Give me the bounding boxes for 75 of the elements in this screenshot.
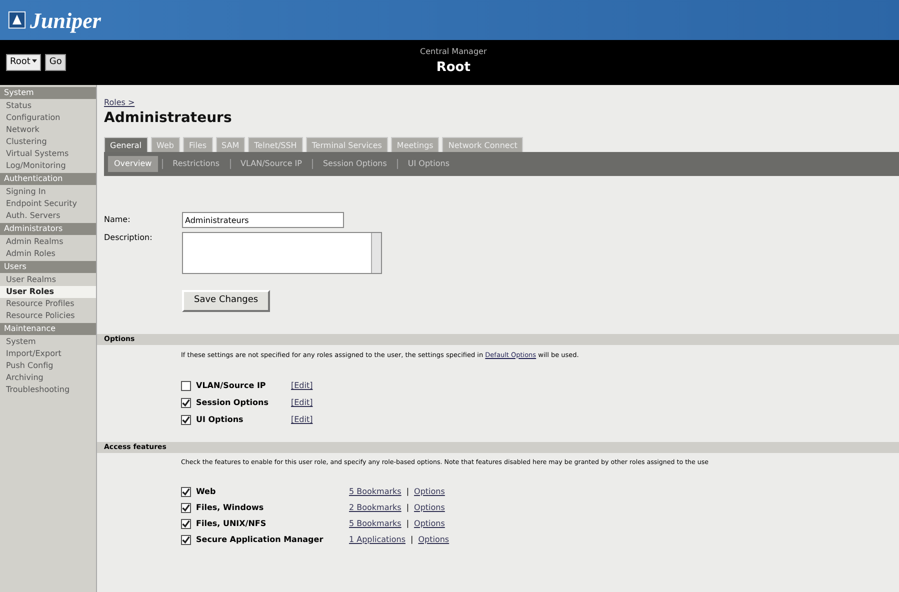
header-title: Root: [436, 59, 470, 77]
separator: |: [406, 518, 410, 530]
name-label: Name:: [104, 214, 132, 226]
caret-icon: [32, 59, 38, 64]
sidebar-section-header[interactable]: Maintenance: [0, 323, 96, 335]
option-label: VLAN/Source IP: [196, 380, 267, 392]
separator: |: [406, 486, 410, 498]
feature-label: Secure Application Manager: [196, 534, 324, 546]
sidebar-item[interactable]: Signing In: [0, 186, 96, 198]
sidebar-item[interactable]: Clustering: [0, 136, 96, 148]
options-link[interactable]: Options: [414, 486, 445, 498]
sidebar-section-header[interactable]: Administrators: [0, 223, 96, 235]
separator: |: [406, 502, 410, 514]
sidebar-item[interactable]: Status: [0, 100, 96, 112]
name-field[interactable]: Administrateurs: [182, 212, 344, 228]
sidebar-item[interactable]: Network: [0, 124, 96, 136]
subtab[interactable]: UI Options: [402, 156, 456, 172]
sidebar-item[interactable]: Configuration: [0, 112, 96, 124]
scrollbar[interactable]: [371, 233, 381, 273]
separator: |: [410, 534, 414, 546]
options-link[interactable]: Options: [418, 534, 450, 546]
sidebar-section-header[interactable]: System: [0, 87, 96, 99]
feature-label: Files, UNIX/NFS: [196, 518, 268, 530]
logo-icon: [8, 11, 26, 29]
options-link[interactable]: Options: [414, 502, 445, 514]
sidebar-item[interactable]: Archiving: [0, 372, 96, 384]
checkbox[interactable]: [181, 534, 191, 545]
sidebar-item[interactable]: Resource Profiles: [0, 298, 96, 310]
checkbox[interactable]: [181, 398, 191, 408]
sidebar-item[interactable]: Admin Roles: [0, 248, 96, 260]
description-label: Description:: [104, 232, 154, 244]
option-label: Session Options: [196, 397, 270, 410]
checkbox[interactable]: [181, 381, 191, 392]
sidebar-section-header[interactable]: Users: [0, 261, 96, 273]
sidebar-item[interactable]: Push Config: [0, 360, 96, 372]
checkbox[interactable]: [181, 502, 191, 513]
sidebar-item[interactable]: User Realms: [0, 274, 96, 286]
sidebar-item[interactable]: Resource Policies: [0, 310, 96, 322]
feature-label: Web: [196, 486, 217, 498]
sidebar-item[interactable]: Import/Export: [0, 348, 96, 360]
bookmarks-link[interactable]: 5 Bookmarks: [349, 486, 402, 498]
subtab[interactable]: VLAN/Source IP: [234, 156, 308, 172]
realm-dropdown[interactable]: Root: [6, 54, 42, 72]
edit-link[interactable]: [Edit]: [291, 414, 313, 426]
sidebar-item[interactable]: Admin Realms: [0, 236, 96, 248]
subtab[interactable]: Session Options: [316, 156, 393, 172]
bookmarks-link[interactable]: 2 Bookmarks: [349, 502, 402, 514]
subtab[interactable]: Overview: [108, 156, 158, 172]
tab[interactable]: General: [104, 137, 148, 152]
subtab[interactable]: Restrictions: [166, 156, 226, 172]
sidebar-item[interactable]: Log/Monitoring: [0, 160, 96, 172]
bookmarks-link[interactable]: 1 Applications: [349, 534, 406, 546]
logo: Juniper: [30, 6, 101, 35]
sidebar-section-header[interactable]: Authentication: [0, 173, 96, 185]
option-label: UI Options: [196, 414, 244, 426]
edit-link[interactable]: [Edit]: [291, 397, 313, 410]
sidebar-item[interactable]: Troubleshooting: [0, 384, 96, 396]
options-link[interactable]: Options: [414, 518, 445, 530]
checkbox[interactable]: [181, 415, 191, 426]
sidebar-item[interactable]: Auth. Servers: [0, 210, 96, 222]
bookmarks-link[interactable]: 5 Bookmarks: [349, 518, 402, 530]
sidebar-item[interactable]: User Roles: [0, 286, 96, 298]
go-button[interactable]: Go: [45, 54, 66, 72]
checkbox[interactable]: [181, 518, 191, 529]
feature-label: Files, Windows: [196, 502, 265, 514]
header-subtitle: Central Manager: [420, 46, 487, 58]
sidebar-item[interactable]: Virtual Systems: [0, 148, 96, 160]
page-title: Administrateurs: [104, 109, 233, 127]
save-changes-button[interactable]: Save Changes: [182, 290, 270, 312]
description-field[interactable]: [182, 232, 382, 274]
sidebar-item[interactable]: System: [0, 336, 96, 348]
sidebar-item[interactable]: Endpoint Security: [0, 198, 96, 210]
edit-link[interactable]: [Edit]: [291, 380, 313, 392]
breadcrumb-link[interactable]: Roles >: [104, 97, 892, 109]
checkbox[interactable]: [181, 486, 191, 497]
